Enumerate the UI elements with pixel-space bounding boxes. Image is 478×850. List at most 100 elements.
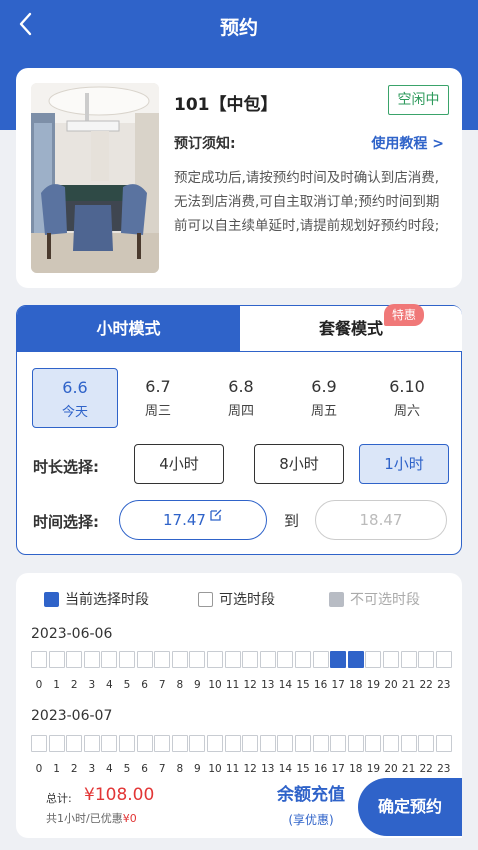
hour-label: 16: [313, 763, 328, 775]
date-option[interactable]: 6.7 周三: [115, 368, 201, 428]
time-slot[interactable]: [259, 651, 276, 668]
legend-unavailable: 不可选时段: [329, 589, 420, 609]
time-slot[interactable]: [365, 735, 382, 752]
hour-label: 18: [349, 679, 363, 691]
time-slot[interactable]: [365, 651, 382, 668]
time-slot[interactable]: [66, 651, 83, 668]
date-value: 6.9: [311, 377, 337, 396]
time-slot[interactable]: [347, 651, 364, 668]
time-slot[interactable]: [83, 651, 100, 668]
hour-label: 0: [35, 679, 43, 691]
time-slot[interactable]: [383, 735, 399, 752]
time-slot[interactable]: [295, 735, 311, 752]
time-slot[interactable]: [277, 651, 294, 668]
date-value: 6.8: [228, 377, 254, 396]
slot-date-label: 2023-06-07: [31, 708, 113, 724]
time-slot[interactable]: [154, 735, 171, 752]
hour-label: 13: [261, 763, 275, 775]
time-slot[interactable]: [119, 651, 135, 668]
hour-label: 21: [401, 763, 416, 775]
time-slot[interactable]: [347, 735, 364, 752]
current-swatch: [44, 591, 59, 607]
time-slot[interactable]: [101, 735, 118, 752]
hour-label: 7: [158, 679, 166, 691]
time-slot[interactable]: [242, 735, 259, 752]
time-slot[interactable]: [418, 735, 435, 752]
time-slot[interactable]: [66, 735, 83, 752]
time-slot[interactable]: [136, 651, 153, 668]
duration-option-8h[interactable]: 8小时: [254, 444, 344, 484]
weekday-label: 周五: [310, 404, 337, 419]
hour-label: 22: [419, 679, 433, 691]
slot-row: [31, 735, 452, 752]
time-slot[interactable]: [207, 735, 223, 752]
to-label: 到: [284, 512, 300, 530]
time-slot[interactable]: [224, 735, 241, 752]
summary-text: 共1小时/已优惠¥0: [46, 810, 137, 826]
duration-label: 时长选择:: [33, 458, 99, 476]
hour-label: 7: [158, 763, 166, 775]
duration-option-4h[interactable]: 4小时: [134, 444, 224, 484]
time-slot[interactable]: [101, 651, 118, 668]
time-slot[interactable]: [242, 651, 259, 668]
time-slot[interactable]: [136, 735, 153, 752]
time-slot[interactable]: [400, 735, 417, 752]
notice-label: 预订须知:: [174, 136, 236, 152]
time-slot[interactable]: [312, 735, 329, 752]
hour-label: 10: [208, 679, 222, 691]
hour-label: 16: [313, 679, 328, 691]
time-slot[interactable]: [119, 735, 135, 752]
date-option[interactable]: 6.9 周五: [281, 368, 367, 428]
time-slot[interactable]: [48, 651, 65, 668]
hour-label: 19: [366, 679, 381, 691]
hour-label: 1: [53, 763, 60, 775]
date-option[interactable]: 6.6 今天: [32, 368, 118, 428]
time-slot[interactable]: [224, 651, 241, 668]
time-slot[interactable]: [207, 651, 223, 668]
time-slot[interactable]: [259, 735, 276, 752]
time-slot-card: 当前选择时段 可选时段 不可选时段 2023-06-06 01234567891…: [16, 573, 462, 803]
time-slot[interactable]: [418, 651, 435, 668]
hour-label: 9: [194, 679, 201, 691]
time-slot[interactable]: [171, 651, 188, 668]
legend-available-label: 可选时段: [219, 592, 275, 608]
time-slot[interactable]: [312, 651, 329, 668]
hour-label: 2: [70, 679, 78, 691]
time-slot[interactable]: [189, 651, 206, 668]
hour-label: 5: [123, 763, 131, 775]
recharge-button[interactable]: 余额充值 (享优惠): [264, 780, 358, 828]
hour-labels: 0 1 2 3 4 5 6 7 8 9 10 11 12 13 14 15 16 17 18 19 20 21 22 23: [31, 763, 461, 777]
start-time-field[interactable]: 17.47: [119, 500, 267, 540]
hour-label: 12: [243, 679, 257, 691]
duration-option-1h[interactable]: 1小时: [359, 444, 449, 484]
time-slot[interactable]: [330, 651, 347, 668]
tab-package-mode[interactable]: 套餐模式: [240, 306, 462, 352]
time-slot[interactable]: [171, 735, 188, 752]
time-slot[interactable]: [383, 651, 399, 668]
time-slot[interactable]: [83, 735, 100, 752]
time-slot[interactable]: [31, 735, 47, 752]
time-slot[interactable]: [400, 651, 417, 668]
legend-current: 当前选择时段: [44, 589, 149, 609]
tab-hour-mode[interactable]: 小时模式: [17, 306, 240, 352]
time-slot[interactable]: [435, 735, 452, 752]
tutorial-link[interactable]: 使用教程 >: [371, 133, 444, 153]
date-option[interactable]: 6.10 周六: [364, 368, 450, 428]
total-label: 总计:: [46, 792, 72, 805]
end-time-field[interactable]: 18.47: [315, 500, 447, 540]
time-slot[interactable]: [189, 735, 206, 752]
time-slot[interactable]: [277, 735, 294, 752]
hour-label: 14: [278, 763, 293, 775]
confirm-booking-button[interactable]: 确定预约: [358, 778, 462, 836]
time-slot[interactable]: [154, 651, 171, 668]
time-slot[interactable]: [31, 651, 47, 668]
hour-label: 10: [208, 763, 222, 775]
date-option[interactable]: 6.8 周四: [198, 368, 284, 428]
hour-label: 5: [123, 679, 131, 691]
time-slot[interactable]: [435, 651, 452, 668]
time-slot[interactable]: [48, 735, 65, 752]
weekday-label: 周四: [227, 404, 254, 419]
time-slot[interactable]: [295, 651, 311, 668]
time-slot[interactable]: [330, 735, 347, 752]
date-value: 6.7: [145, 377, 171, 396]
